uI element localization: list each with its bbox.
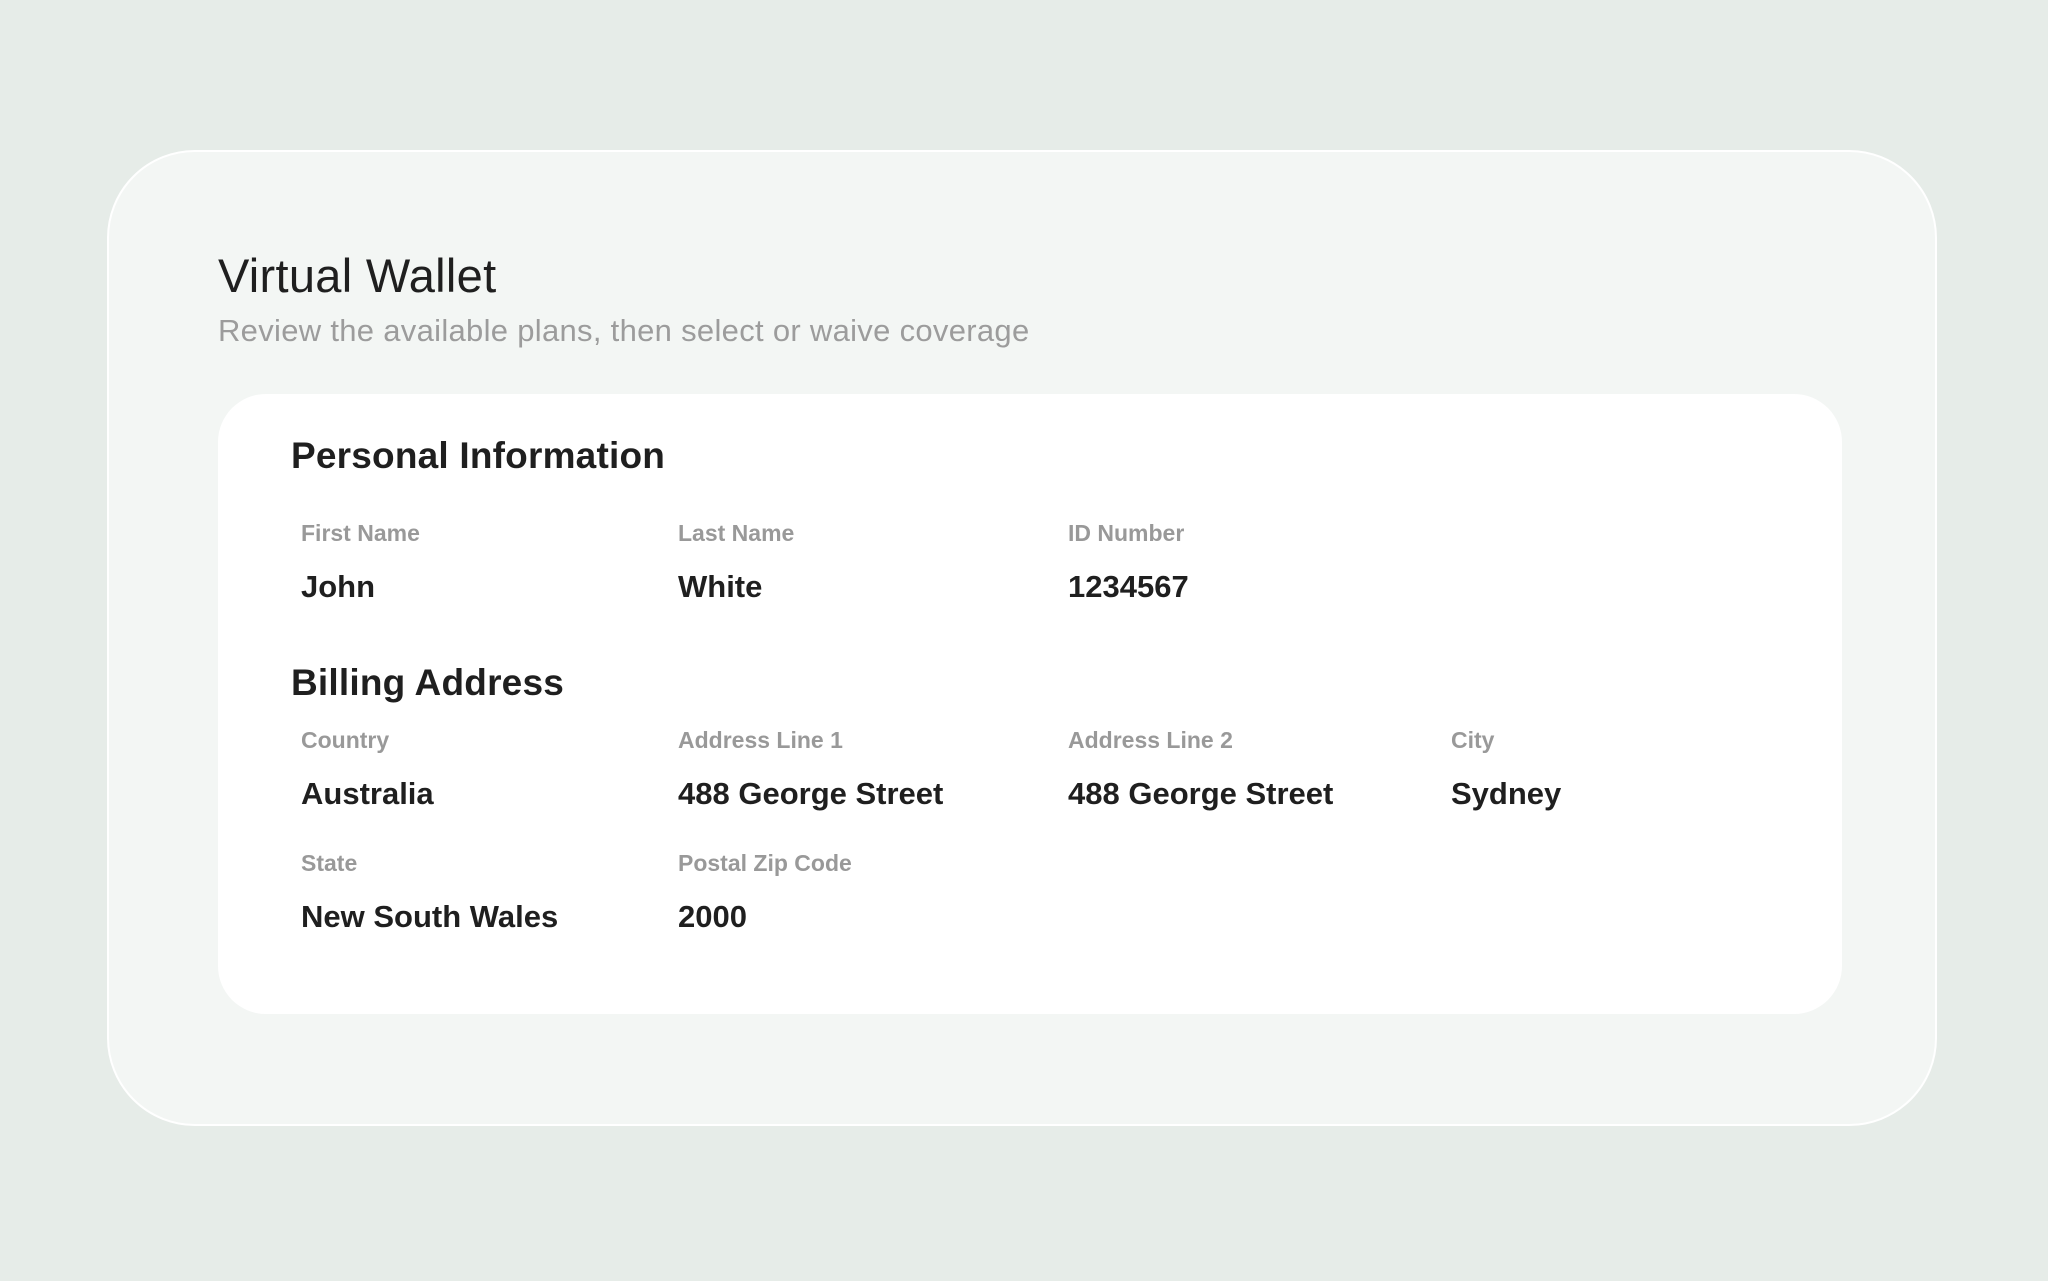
- state-value: New South Wales: [301, 899, 559, 934]
- address-line-2-value: 488 George Street: [1068, 776, 1334, 811]
- page-subtitle: Review the available plans, then select …: [218, 313, 1030, 348]
- first-name-field: First Name John: [301, 520, 420, 604]
- city-label: City: [1451, 727, 1495, 753]
- id-number-field: ID Number 1234567: [1068, 520, 1189, 604]
- last-name-label: Last Name: [678, 520, 795, 546]
- postal-zip-code-value: 2000: [678, 899, 747, 934]
- country-label: Country: [301, 727, 390, 753]
- city-value: Sydney: [1451, 776, 1562, 811]
- page-title: Virtual Wallet: [218, 249, 497, 302]
- last-name-field: Last Name White: [678, 520, 795, 604]
- last-name-value: White: [678, 569, 763, 604]
- first-name-value: John: [301, 569, 376, 604]
- address-line-1-field: Address Line 1 488 George Street: [678, 727, 944, 811]
- details-panel: Personal Information First Name John Las…: [218, 394, 1842, 1014]
- postal-zip-code-label: Postal Zip Code: [678, 850, 852, 876]
- postal-zip-code-field: Postal Zip Code 2000: [678, 850, 852, 934]
- id-number-value: 1234567: [1068, 569, 1189, 604]
- billing-address-heading: Billing Address: [291, 662, 565, 703]
- personal-information-heading: Personal Information: [291, 435, 666, 476]
- country-field: Country Australia: [301, 727, 434, 811]
- virtual-wallet-card: Virtual Wallet Review the available plan…: [107, 150, 1937, 1126]
- address-line-1-value: 488 George Street: [678, 776, 944, 811]
- state-label: State: [301, 850, 358, 876]
- state-field: State New South Wales: [301, 850, 559, 934]
- address-line-2-field: Address Line 2 488 George Street: [1068, 727, 1334, 811]
- address-line-2-label: Address Line 2: [1068, 727, 1233, 753]
- country-value: Australia: [301, 776, 434, 811]
- id-number-label: ID Number: [1068, 520, 1185, 546]
- city-field: City Sydney: [1451, 727, 1562, 811]
- address-line-1-label: Address Line 1: [678, 727, 843, 753]
- first-name-label: First Name: [301, 520, 420, 546]
